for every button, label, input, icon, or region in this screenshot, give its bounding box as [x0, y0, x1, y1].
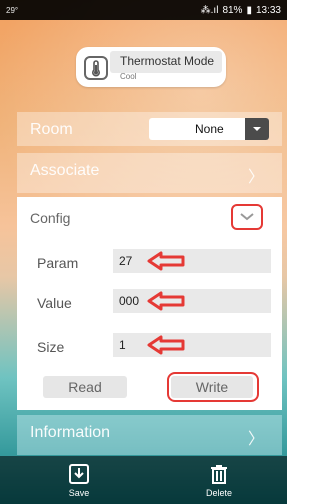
room-select-value: None: [195, 122, 224, 136]
config-collapse-toggle[interactable]: [231, 204, 263, 230]
device-subtitle: Cool: [120, 72, 137, 81]
information-label: Information: [30, 424, 111, 441]
signal-icon: ⁂.ıl: [200, 4, 219, 16]
room-panel: Room None: [17, 112, 282, 146]
delete-label: Delete: [205, 488, 232, 498]
save-icon: [69, 464, 89, 484]
config-title: Config: [30, 210, 71, 226]
status-bar: 29° ⁂.ıl 81% ▮ 13:33: [0, 0, 287, 20]
battery-percent: 81%: [222, 4, 243, 16]
information-row[interactable]: Information 〉: [17, 415, 282, 455]
thermometer-icon: [84, 56, 108, 80]
chevron-down-icon: [253, 127, 261, 131]
room-select[interactable]: None: [149, 118, 269, 140]
associate-row[interactable]: Associate 〉: [17, 153, 282, 193]
bottom-action-bar: Save Delete: [0, 456, 287, 504]
battery-icon: ▮: [246, 4, 252, 16]
param-input[interactable]: [113, 249, 271, 273]
room-label: Room: [30, 121, 73, 138]
device-header: Thermostat Mode Cool: [76, 47, 226, 87]
save-button[interactable]: Save: [49, 462, 109, 498]
status-temperature: 29°: [6, 5, 19, 15]
time: 13:33: [255, 4, 281, 16]
chevron-right-icon: 〉: [247, 169, 264, 186]
trash-icon: [211, 465, 227, 484]
save-label: Save: [68, 488, 90, 498]
pointer-arrow-icon: [147, 291, 185, 311]
value-input[interactable]: [113, 289, 271, 313]
delete-button[interactable]: Delete: [189, 462, 249, 498]
thermostat-config-screen: 29° ⁂.ıl 81% ▮ 13:33 Thermostat Mode Coo…: [0, 0, 287, 504]
value-label: Value: [37, 295, 72, 311]
associate-label: Associate: [30, 162, 100, 179]
write-button[interactable]: Write: [171, 376, 253, 398]
chevron-right-icon: 〉: [247, 431, 264, 448]
pointer-arrow-icon: [147, 335, 185, 355]
size-input[interactable]: [113, 333, 271, 357]
read-button[interactable]: Read: [43, 376, 127, 398]
chevron-down-icon: [240, 213, 254, 221]
pointer-arrow-icon: [147, 251, 185, 271]
dropdown-button[interactable]: [245, 118, 269, 140]
param-label: Param: [37, 255, 79, 271]
config-card: Config Param Value Size Read Write: [17, 197, 282, 410]
device-title: Thermostat Mode: [120, 54, 215, 68]
status-right: ⁂.ıl 81% ▮ 13:33: [201, 5, 281, 16]
size-label: Size: [37, 339, 65, 355]
